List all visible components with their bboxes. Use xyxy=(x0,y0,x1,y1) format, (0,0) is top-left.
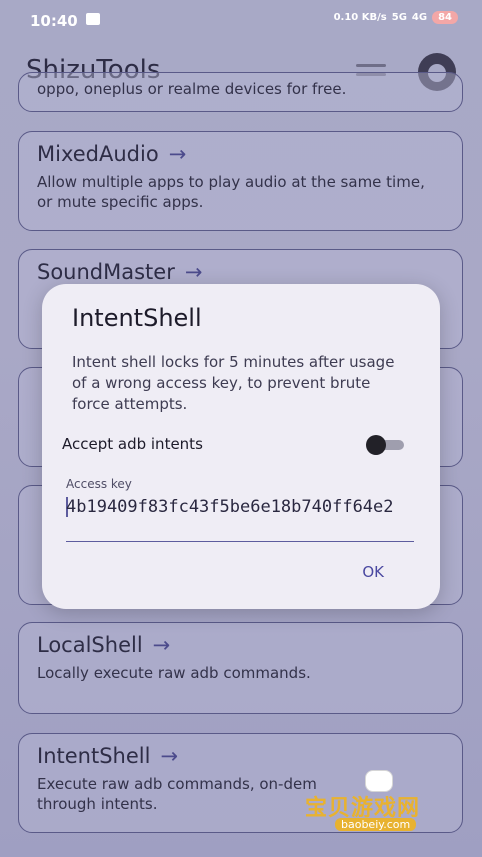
dialog-title: IntentShell xyxy=(72,304,202,332)
watermark-url: baobeiy.com xyxy=(335,818,417,831)
field-label: Access key xyxy=(66,477,132,491)
intentshell-dialog: IntentShell Intent shell locks for 5 min… xyxy=(42,284,440,609)
switch-thumb xyxy=(366,435,386,455)
switch-label: Accept adb intents xyxy=(62,435,203,453)
watermark-logo: 宝贝游戏网 baobeiy.com xyxy=(305,770,455,840)
ok-button[interactable]: OK xyxy=(362,563,384,581)
access-key-input[interactable]: 4b19409f83fc43f5be6e18b740ff64e2 xyxy=(66,495,414,519)
dialog-message: Intent shell locks for 5 minutes after u… xyxy=(72,353,395,413)
accept-intents-toggle[interactable] xyxy=(366,435,406,455)
accept-intents-row[interactable]: Accept adb intents xyxy=(62,433,414,461)
gamepad-icon xyxy=(365,770,393,792)
access-key-field[interactable]: Access key 4b19409f83fc43f5be6e18b740ff6… xyxy=(66,473,414,542)
